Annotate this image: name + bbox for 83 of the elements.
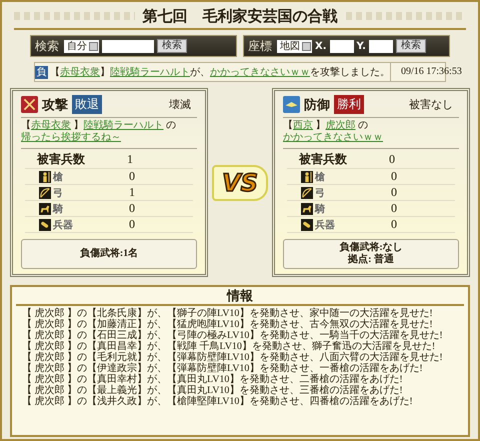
player-link[interactable]: 赤母衣衆: [31, 120, 71, 131]
coordinate-label: 座標: [248, 38, 272, 54]
stat-label: 被害兵数: [36, 151, 86, 168]
player-text: 【: [283, 120, 293, 131]
damage-status: 被害なし: [409, 98, 453, 112]
notice-link[interactable]: 赤母衣衆: [60, 65, 100, 79]
unit-label: 槍: [315, 170, 325, 184]
unit-label: 騎: [315, 202, 325, 216]
log-entry: 【 虎次郎 】の【加藤清正】が、【猛虎咆陣LV10】を発動させ、古今無双の大活躍を見せた!: [22, 319, 434, 330]
notice-link[interactable]: 陸戦騎ラーハルト: [110, 65, 190, 79]
search-button[interactable]: 検索: [396, 39, 426, 53]
stat-value: 0: [129, 169, 135, 184]
summary-text: 負傷武将:なし: [339, 242, 403, 253]
log-entry: 【 虎次郎 】の【浅井久政】が、【槍陣堅陣LV10】を発動させ、四番槍の活躍をあげた!: [22, 396, 414, 407]
unit-label: 弓: [53, 186, 63, 200]
horse-icon: [39, 202, 51, 214]
log-entry: 【 虎次郎 】の【毛利元就】が、【弾幕防壁陣LV10】を発動させ、八面六臂の大活躍を見せた!: [22, 352, 444, 363]
player-link[interactable]: 帰ったら挨拶するね～: [21, 132, 121, 143]
soldier-icon: [39, 170, 51, 182]
search-field[interactable]: [102, 40, 154, 52]
log-entry: 【 虎次郎 】の【伊達政宗】が、【弾幕防壁陣LV10】を発動させ、一番槍の活躍をあげた!: [22, 363, 424, 374]
horse-icon: [301, 202, 313, 214]
player-text: 】: [314, 120, 326, 131]
stat-value: 0: [129, 217, 135, 232]
result-label: 勝利: [334, 95, 364, 114]
unit-label: 弓: [315, 186, 325, 200]
stat-value: 0: [391, 217, 397, 232]
map-select[interactable]: 地図: [277, 40, 312, 52]
role-label: 防御: [304, 96, 330, 114]
player-link[interactable]: かかってきなさいｗｗ: [283, 132, 383, 143]
notice-text: 】: [100, 66, 110, 79]
unit-label: 騎: [53, 202, 63, 216]
result-label: 敗退: [72, 95, 102, 114]
stat-value: 0: [391, 185, 397, 200]
player-link[interactable]: 陸戦騎ラーハルト: [84, 120, 164, 131]
unit-label: 兵器: [315, 218, 335, 232]
log-entry: 【 虎次郎 】の【北条氏康】が、【獅子の陣LV10】を発動させ、家中随一の大活躍を見せた!: [22, 308, 434, 319]
dropdown-icon: [302, 42, 311, 50]
dropdown-icon: [89, 42, 98, 50]
player-text: の: [165, 120, 176, 131]
player-link[interactable]: 西京: [293, 120, 313, 131]
notice-link[interactable]: かかってきなさいｗｗ: [210, 65, 310, 79]
log-entry: 【 虎次郎 】の【真田昌幸】が、【戦陣 千鳥LV10】を発動させ、獅子奮迅の大活躍を見せた!: [22, 341, 436, 352]
notice-time: 09/16 17:36:53: [390, 63, 472, 81]
result-badge: 負: [35, 66, 48, 78]
unit-label: 槍: [53, 170, 63, 184]
log-entry: 【 虎次郎 】の【真田幸村】が、【真田丸LV10】を発動させ、二番槍の活躍をあげた!: [22, 374, 404, 385]
summary-text: 拠点: 普通: [348, 254, 394, 266]
stat-value: 1: [129, 185, 135, 200]
player-text: の: [357, 120, 368, 131]
summary-text: 負傷武将:1名: [80, 248, 138, 260]
bow-icon: [301, 186, 313, 198]
info-title: 情報: [16, 287, 464, 306]
notice-text: 【: [50, 66, 60, 79]
stat-label: 被害兵数: [298, 151, 348, 168]
damage-status: 壊滅: [169, 98, 191, 112]
unit-label: 兵器: [53, 218, 73, 232]
stat-value: 0: [391, 201, 397, 216]
log-entry: 【 虎次郎 】の【最上義光】が、【真田丸LV10】を発動させ、三番槍の活躍をあげた!: [22, 385, 404, 396]
x-field[interactable]: [330, 40, 354, 52]
player-text: 【: [21, 120, 31, 131]
cannon-icon: [39, 218, 51, 230]
log-entry: 【 虎次郎 】の【石田三成】が、【弓陣の極みLV10】を発動させ、一騎当千の大活躍を見せた!: [22, 330, 444, 341]
scope-select[interactable]: 自分: [64, 40, 99, 52]
notice-text: を攻撃しました。: [310, 66, 390, 79]
bow-icon: [39, 186, 51, 198]
y-field[interactable]: [368, 40, 393, 52]
stat-value: 0: [389, 152, 395, 167]
vs-emblem: VS: [212, 164, 268, 200]
cannon-icon: [301, 218, 313, 230]
player-text: 】: [72, 120, 84, 131]
role-label: 攻撃: [42, 96, 68, 114]
stat-value: 1: [127, 152, 133, 167]
search-button[interactable]: 検索: [157, 39, 187, 53]
soldier-icon: [301, 170, 313, 182]
page-title: 第七回 毛利家安芸国の合戦: [142, 7, 338, 26]
x-label: X.: [315, 40, 327, 52]
notice-text: が、: [190, 66, 210, 79]
y-label: Y.: [356, 40, 366, 52]
stat-value: 0: [129, 201, 135, 216]
stat-value: 0: [391, 169, 397, 184]
player-link[interactable]: 虎次郎: [326, 120, 356, 131]
search-label: 検索: [35, 38, 59, 54]
